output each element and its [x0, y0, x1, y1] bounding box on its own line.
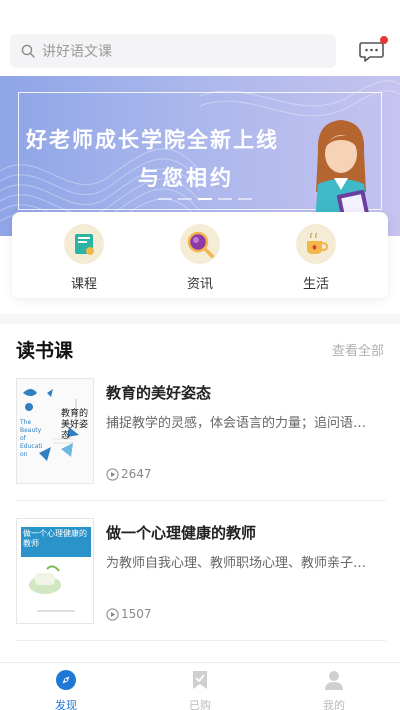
cover-subtitle: The Beauty of Education	[20, 419, 43, 458]
play-count: 2647	[106, 467, 152, 481]
chat-icon	[359, 42, 384, 62]
cover-title: 做一个心理健康的教师	[23, 529, 87, 548]
play-count: 1507	[106, 607, 152, 621]
tab-discover[interactable]: 发现	[36, 669, 96, 710]
bookmark-icon	[193, 671, 207, 689]
item-divider	[16, 640, 386, 641]
category-life[interactable]: 生活	[276, 224, 356, 292]
category-label: 生活	[302, 277, 329, 292]
book-cover: 教育的美好姿态 The Beauty of Education	[16, 378, 94, 484]
play-icon	[106, 607, 119, 621]
item-divider	[16, 500, 386, 501]
top-bar: 讲好语文课	[0, 0, 400, 76]
tab-label: 已购	[189, 699, 211, 710]
magnifier-icon	[180, 224, 220, 264]
book-title: 教育的美好姿态	[106, 384, 212, 402]
book-desc: 为教师自我心理、教师职场心理、教师亲子…	[106, 556, 367, 571]
person-icon	[325, 671, 343, 690]
banner-headline: 好老师成长学院全新上线	[26, 128, 279, 152]
tab-label: 我的	[323, 699, 345, 710]
search-bar[interactable]: 讲好语文课	[10, 34, 336, 68]
tab-label: 发现	[55, 699, 77, 710]
category-label: 课程	[70, 277, 97, 292]
tab-mine[interactable]: 我的	[304, 669, 364, 710]
book-badge-icon	[64, 224, 104, 264]
unread-dot	[380, 36, 388, 44]
tab-purchased[interactable]: 已购	[170, 669, 230, 710]
category-course[interactable]: 课程	[44, 224, 124, 292]
coffee-cup-icon	[296, 224, 336, 264]
message-button[interactable]	[359, 36, 388, 64]
book-desc: 捕捉教学的灵感，体会语言的力量；追问语…	[106, 416, 367, 431]
category-card: 课程 资讯 生活	[12, 212, 388, 298]
play-count-value: 1507	[121, 607, 152, 621]
section-separator	[0, 314, 400, 324]
section-title: 读书课	[16, 340, 74, 362]
bottom-tab-bar: 发现 已购 我的	[0, 662, 400, 710]
search-placeholder: 讲好语文课	[42, 44, 112, 60]
carousel-indicator[interactable]	[158, 198, 252, 200]
play-icon	[106, 467, 119, 481]
view-all-link[interactable]: 查看全部	[332, 340, 384, 359]
compass-icon	[56, 670, 76, 690]
book-item[interactable]: 教育的美好姿态 The Beauty of Education 教育的美好姿态 …	[16, 378, 386, 498]
book-item[interactable]: 做一个心理健康的教师 做一个心理健康的教师 为教师自我心理、教师职场心理、教师亲…	[16, 518, 386, 638]
banner-subline: 与您相约	[138, 166, 234, 190]
category-label: 资讯	[186, 277, 213, 292]
category-news[interactable]: 资讯	[160, 224, 240, 292]
cover-title: 教育的美好姿态	[61, 409, 89, 441]
book-cover: 做一个心理健康的教师	[16, 518, 94, 624]
play-count-value: 2647	[121, 467, 152, 481]
search-icon	[21, 44, 35, 58]
book-title: 做一个心理健康的教师	[106, 524, 257, 542]
